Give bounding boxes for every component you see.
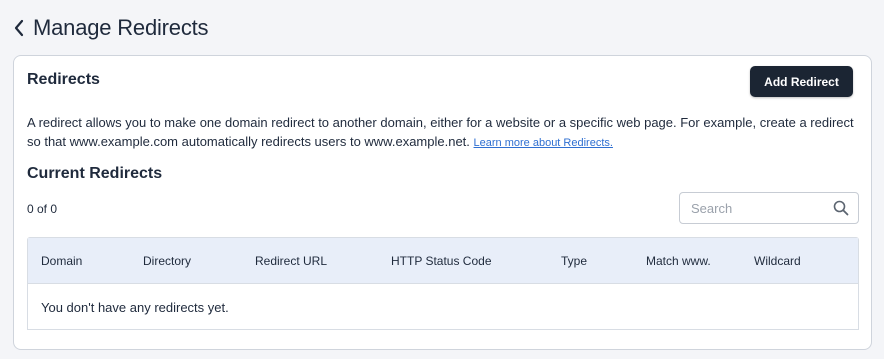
search-box[interactable]: [679, 192, 859, 224]
table-header: Domain Directory Redirect URL HTTP Statu…: [28, 238, 858, 284]
back-button[interactable]: [10, 17, 28, 39]
chevron-left-icon: [14, 19, 24, 37]
empty-state-message: You don't have any redirects yet.: [41, 300, 229, 315]
search-icon[interactable]: [833, 200, 849, 216]
column-header-directory[interactable]: Directory: [143, 254, 191, 268]
column-header-redirect-url[interactable]: Redirect URL: [255, 254, 327, 268]
search-input[interactable]: [681, 194, 821, 222]
column-header-http-status-code[interactable]: HTTP Status Code: [391, 254, 492, 268]
redirects-card: Redirects Add Redirect A redirect allows…: [13, 55, 872, 350]
current-redirects-title: Current Redirects: [27, 165, 163, 182]
empty-state-row: You don't have any redirects yet.: [28, 284, 858, 329]
column-header-wildcard[interactable]: Wildcard: [754, 254, 801, 268]
results-count: 0 of 0: [27, 202, 58, 216]
learn-more-link[interactable]: Learn more about Redirects.: [474, 137, 613, 149]
page-title: Manage Redirects: [33, 15, 209, 40]
card-title: Redirects: [27, 71, 100, 88]
column-header-domain[interactable]: Domain: [41, 254, 82, 268]
description-text: A redirect allows you to make one domain…: [27, 115, 854, 149]
page-header: Manage Redirects: [0, 0, 884, 56]
redirect-description: A redirect allows you to make one domain…: [27, 113, 859, 153]
column-header-match-www[interactable]: Match www.: [646, 254, 711, 268]
add-redirect-button[interactable]: Add Redirect: [750, 66, 853, 97]
column-header-type[interactable]: Type: [561, 254, 587, 268]
redirects-table: Domain Directory Redirect URL HTTP Statu…: [27, 237, 859, 330]
